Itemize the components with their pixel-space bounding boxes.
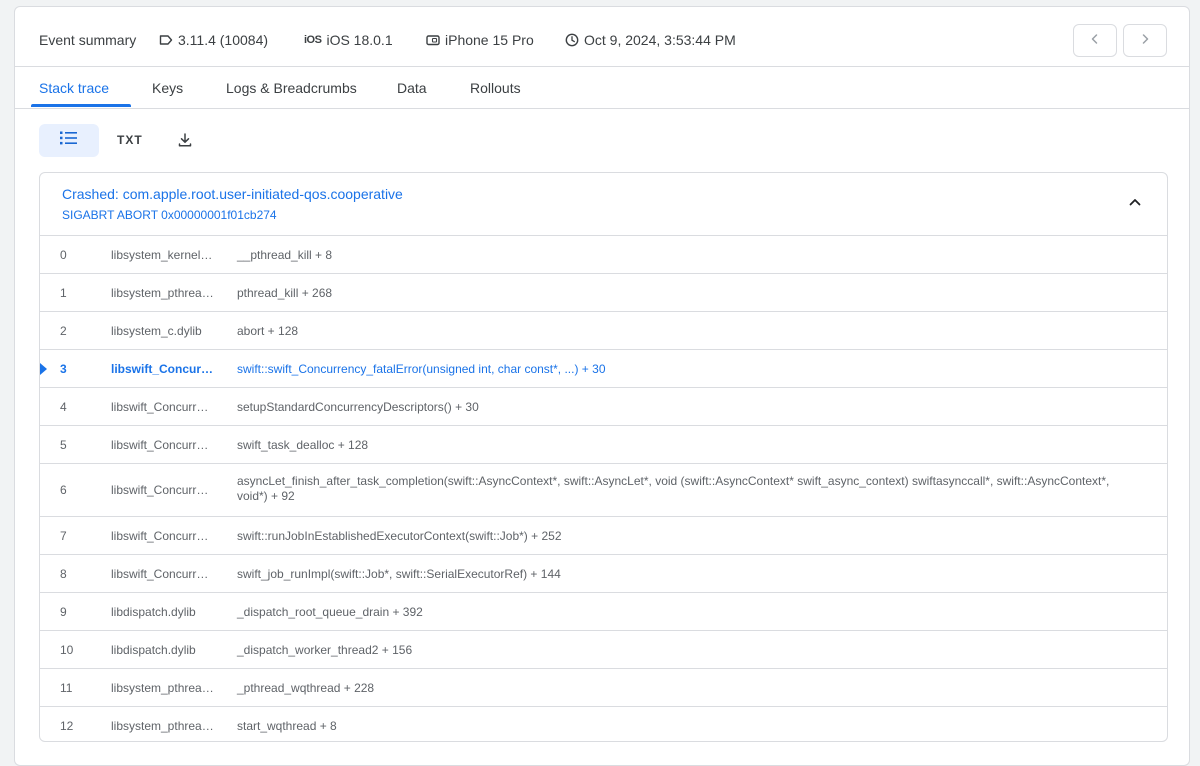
frame-number: 6 <box>60 483 67 497</box>
os-version: iOS iOS 18.0.1 <box>304 32 393 48</box>
frame-symbol: pthread_kill + 268 <box>237 286 333 300</box>
stack-frame-row[interactable]: 9 libdispatch.dylib _dispatch_root_queue_d… <box>40 593 1167 631</box>
list-view-icon <box>59 130 79 151</box>
frame-number: 11 <box>60 680 73 695</box>
frame-library: libswift_Concurrency.dylib <box>111 566 215 581</box>
frame-number: 7 <box>60 528 67 543</box>
device-icon <box>426 33 440 47</box>
event-summary-bar: Event summary 3.11.4 (10084) iOS iOS 18.… <box>15 7 1189 67</box>
event-panel: Event summary 3.11.4 (10084) iOS iOS 18.… <box>14 6 1190 766</box>
app-version-text: 3.11.4 (10084) <box>178 32 269 48</box>
clock-icon <box>565 33 579 47</box>
frame-symbol: abort + 128 <box>237 324 299 338</box>
os-version-text: iOS 18.0.1 <box>326 32 393 48</box>
frame-symbol: start_wqthread + 8 <box>237 719 337 733</box>
device-model-text: iPhone 15 Pro <box>445 32 534 48</box>
chevron-left-icon <box>1089 32 1101 50</box>
ios-icon-text: iOS <box>304 34 322 46</box>
crash-thread-header[interactable]: Crashed: com.apple.root.user-initiated-q… <box>40 173 1167 236</box>
active-tab-indicator <box>31 104 131 107</box>
stack-frame-row[interactable]: 11 libsystem_pthread.dylib _pthread_wqthre… <box>40 669 1167 707</box>
frame-number: 0 <box>60 247 67 262</box>
frame-number: 3 <box>60 361 67 376</box>
frame-symbol: swift_job_runImpl(swift::Job*, swift::Se… <box>237 567 561 581</box>
list-view-button[interactable] <box>39 124 99 157</box>
frame-symbol: _pthread_wqthread + 228 <box>237 681 375 695</box>
stack-frame-row[interactable]: 8 libswift_Concurrency.dylib swift_job_run… <box>40 555 1167 593</box>
frame-number: 12 <box>60 718 74 733</box>
stack-frame-row[interactable]: 10 libdispatch.dylib _dispatch_worker_thre… <box>40 631 1167 669</box>
frame-library: libswift_Concurrency.dylib <box>111 437 215 452</box>
frame-number: 2 <box>60 323 67 338</box>
frame-number: 1 <box>60 285 67 300</box>
crash-thread-card: Crashed: com.apple.root.user-initiated-q… <box>39 172 1168 742</box>
stack-frame-row[interactable]: 3 libswift_Concurrency.dylib swift::swift_… <box>40 350 1167 388</box>
stack-frame-row[interactable]: 7 libswift_Concurrency.dylib swift::runJob… <box>40 517 1167 555</box>
event-timestamp: Oct 9, 2024, 3:53:44 PM <box>565 32 736 48</box>
frame-number: 10 <box>60 642 74 657</box>
tab-rollouts[interactable]: Rollouts <box>470 80 521 96</box>
frame-library: libswift_Concurrency.dylib <box>111 361 215 376</box>
frame-symbol: swift::swift_Concurrency_fatalError(unsi… <box>237 362 606 376</box>
download-icon <box>177 133 193 152</box>
stack-frame-row[interactable]: 6 libswift_Concurrency.dylib asyncLet_fini… <box>40 464 1167 517</box>
stack-frame-row[interactable]: 0 libsystem_kernel.dylib __pthread_kill + … <box>40 236 1167 274</box>
tab-logs-breadcrumbs[interactable]: Logs & Breadcrumbs <box>226 80 357 96</box>
stack-frame-row[interactable]: 12 libsystem_pthread.dylib start_wqthread … <box>40 707 1167 741</box>
frame-library: libswift_Concurrency.dylib <box>111 528 215 543</box>
frame-library: libsystem_pthread.dylib <box>111 680 215 695</box>
ios-icon: iOS <box>304 34 322 46</box>
frame-library: libswift_Concurrency.dylib <box>111 483 215 497</box>
frame-symbol: swift::runJobInEstablishedExecutorContex… <box>237 529 562 543</box>
app-version: 3.11.4 (10084) <box>159 32 268 48</box>
stack-frame-row[interactable]: 2 libsystem_c.dylib abort + 128 <box>40 312 1167 350</box>
tab-stack-trace[interactable]: Stack trace <box>39 80 109 96</box>
frame-symbol: __pthread_kill + 8 <box>237 248 333 262</box>
frame-library: libdispatch.dylib <box>111 604 196 619</box>
stack-frame-row[interactable]: 4 libswift_Concurrency.dylib setupStandard… <box>40 388 1167 426</box>
next-event-button[interactable] <box>1123 24 1167 57</box>
tag-icon <box>159 33 173 47</box>
frame-library: libdispatch.dylib <box>111 642 196 657</box>
frame-symbol: setupStandardConcurrencyDescriptors() + … <box>237 400 479 414</box>
frame-number: 4 <box>60 399 67 414</box>
event-summary-title: Event summary <box>39 32 137 48</box>
frame-symbol: _dispatch_worker_thread2 + 156 <box>237 643 413 657</box>
frame-library: libswift_Concurrency.dylib <box>111 399 215 414</box>
tab-keys[interactable]: Keys <box>152 80 183 96</box>
chevron-right-icon <box>1139 32 1151 50</box>
frame-library: libsystem_c.dylib <box>111 323 202 338</box>
frame-number: 9 <box>60 604 67 619</box>
device-model: iPhone 15 Pro <box>426 32 534 48</box>
stack-frame-row[interactable]: 1 libsystem_pthread.dylib pthread_kill + 2… <box>40 274 1167 312</box>
chevron-up-icon <box>1128 196 1142 213</box>
crashed-frame-marker <box>40 362 47 375</box>
frame-number: 5 <box>60 437 67 452</box>
frame-symbol: _dispatch_root_queue_drain + 392 <box>237 605 423 619</box>
frame-symbol: swift_task_dealloc + 128 <box>237 438 369 452</box>
frame-library: libsystem_kernel.dylib <box>111 247 215 262</box>
tab-bar: Stack trace Keys Logs & Breadcrumbs Data… <box>15 67 1189 109</box>
crash-signal: SIGABRT ABORT 0x00000001f01cb274 <box>62 208 277 222</box>
crash-thread-title: Crashed: com.apple.root.user-initiated-q… <box>62 186 403 202</box>
download-button[interactable] <box>177 132 193 153</box>
frame-library: libsystem_pthread.dylib <box>111 718 215 733</box>
tab-data[interactable]: Data <box>397 80 427 96</box>
stack-frame-list: 0 libsystem_kernel.dylib __pthread_kill + … <box>40 236 1167 741</box>
previous-event-button[interactable] <box>1073 24 1117 57</box>
stack-frame-row[interactable]: 5 libswift_Concurrency.dylib swift_task_de… <box>40 426 1167 464</box>
txt-view-button[interactable]: TXT <box>117 133 143 147</box>
collapse-button[interactable] <box>1128 195 1142 214</box>
event-timestamp-text: Oct 9, 2024, 3:53:44 PM <box>584 32 736 48</box>
frame-library: libsystem_pthread.dylib <box>111 285 215 300</box>
frame-number: 8 <box>60 566 67 581</box>
frame-symbol: asyncLet_finish_after_task_completion(sw… <box>237 474 1110 503</box>
